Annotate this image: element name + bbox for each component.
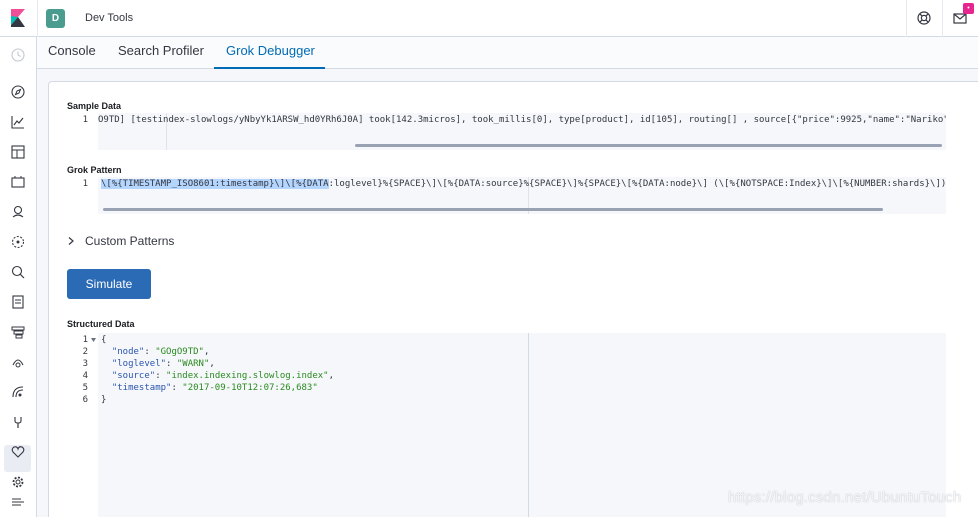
editor-gutter: 1	[67, 177, 98, 214]
custom-patterns-toggle[interactable]: Custom Patterns	[85, 234, 174, 248]
line-number: 1	[82, 335, 88, 345]
siem-icon[interactable]	[11, 385, 25, 399]
discover-compass-icon[interactable]	[11, 85, 25, 99]
machine-learning-icon[interactable]	[11, 235, 25, 249]
tab-grok-debugger[interactable]: Grok Debugger	[214, 43, 325, 69]
json-key: "node"	[111, 347, 145, 357]
structured-data-label: Structured Data	[67, 319, 135, 329]
line-number: 3	[82, 359, 88, 369]
side-navigation	[0, 37, 37, 517]
dashboard-icon[interactable]	[11, 145, 25, 159]
json-line: "timestamp": "2017-09-10T12:07:26,683"	[111, 383, 318, 393]
tab-search-profiler[interactable]: Search Profiler	[118, 43, 204, 69]
line-number: 1	[82, 115, 88, 125]
json-key: "source"	[111, 371, 156, 381]
line-number: 1	[82, 179, 88, 189]
tab-console[interactable]: Console	[48, 43, 96, 69]
line-number: 5	[82, 383, 88, 393]
line-number: 6	[82, 395, 88, 405]
kibana-logo-icon[interactable]	[9, 9, 27, 27]
management-gear-icon[interactable]	[11, 475, 25, 489]
breadcrumb: Dev Tools	[85, 12, 134, 24]
line-number: 4	[82, 371, 88, 381]
json-value: "WARN"	[176, 359, 210, 369]
grok-pattern-text: \[%{TIMESTAMP_ISO8601:timestamp}\]\[%{DA…	[101, 179, 946, 189]
horizontal-scrollbar[interactable]	[103, 208, 883, 211]
maps-icon[interactable]	[11, 205, 25, 219]
json-line: "loglevel": "WARN",	[111, 359, 215, 369]
canvas-icon[interactable]	[11, 175, 25, 189]
watermark: https://blog.csdn.net/UbuntuTouch	[728, 489, 962, 506]
json-value: "2017-09-10T12:07:26,683"	[182, 383, 318, 393]
editor-gutter: 1 2 3 4 5 6	[67, 333, 98, 517]
help-icon[interactable]	[917, 11, 931, 25]
sample-data-text: O9TD] [testindex-slowlogs/yNbyYk1ARSW_hd…	[98, 115, 946, 125]
top-header: D Dev Tools •	[0, 0, 978, 37]
json-line: "source": "index.indexing.slowlog.index"…	[111, 371, 335, 381]
collapse-nav-icon[interactable]	[11, 495, 25, 509]
recent-clock-icon[interactable]	[11, 48, 25, 62]
pattern-remainder-text: :loglevel}%{SPACE}\]\[%{DATA:source}%{SP…	[328, 179, 946, 189]
json-value: "index.indexing.slowlog.index"	[166, 371, 329, 381]
chevron-right-icon[interactable]	[67, 237, 75, 245]
infrastructure-icon[interactable]	[11, 265, 25, 279]
space-avatar[interactable]: D	[46, 9, 65, 28]
json-line: }	[101, 395, 107, 405]
logs-icon[interactable]	[11, 295, 25, 309]
json-value: "GOgO9TD"	[155, 347, 204, 357]
json-line: "node": "GOgO9TD",	[111, 347, 210, 357]
header-divider	[906, 0, 907, 37]
header-divider	[37, 0, 38, 37]
visualize-chart-icon[interactable]	[11, 115, 25, 129]
apm-icon[interactable]	[11, 325, 25, 339]
json-line: {	[101, 335, 107, 345]
grok-pattern-label: Grok Pattern	[67, 165, 122, 175]
sample-data-label: Sample Data	[67, 101, 122, 111]
editor-gutter: 1	[67, 113, 98, 150]
grok-pattern-editor[interactable]: 1 \[%{TIMESTAMP_ISO8601:timestamp}\]\[%{…	[67, 177, 946, 214]
notification-badge: •	[963, 3, 974, 14]
json-key: "loglevel"	[111, 359, 167, 369]
uptime-icon[interactable]	[11, 355, 25, 369]
dev-tools-wrench-icon[interactable]	[11, 415, 25, 429]
dev-tools-tabs: Console Search Profiler Grok Debugger	[37, 37, 978, 69]
json-key: "timestamp"	[111, 383, 172, 393]
fold-arrow-icon[interactable]	[91, 338, 96, 342]
selected-pattern-text: \[%{TIMESTAMP_ISO8601:timestamp}\]\[%{DA…	[101, 179, 329, 189]
horizontal-scrollbar[interactable]	[355, 144, 942, 147]
monitoring-heart-icon[interactable]	[11, 445, 25, 459]
line-number: 2	[82, 347, 88, 357]
header-divider	[942, 0, 943, 37]
sample-data-editor[interactable]: 1 O9TD] [testindex-slowlogs/yNbyYk1ARSW_…	[67, 113, 946, 150]
simulate-button[interactable]: Simulate	[67, 269, 151, 299]
